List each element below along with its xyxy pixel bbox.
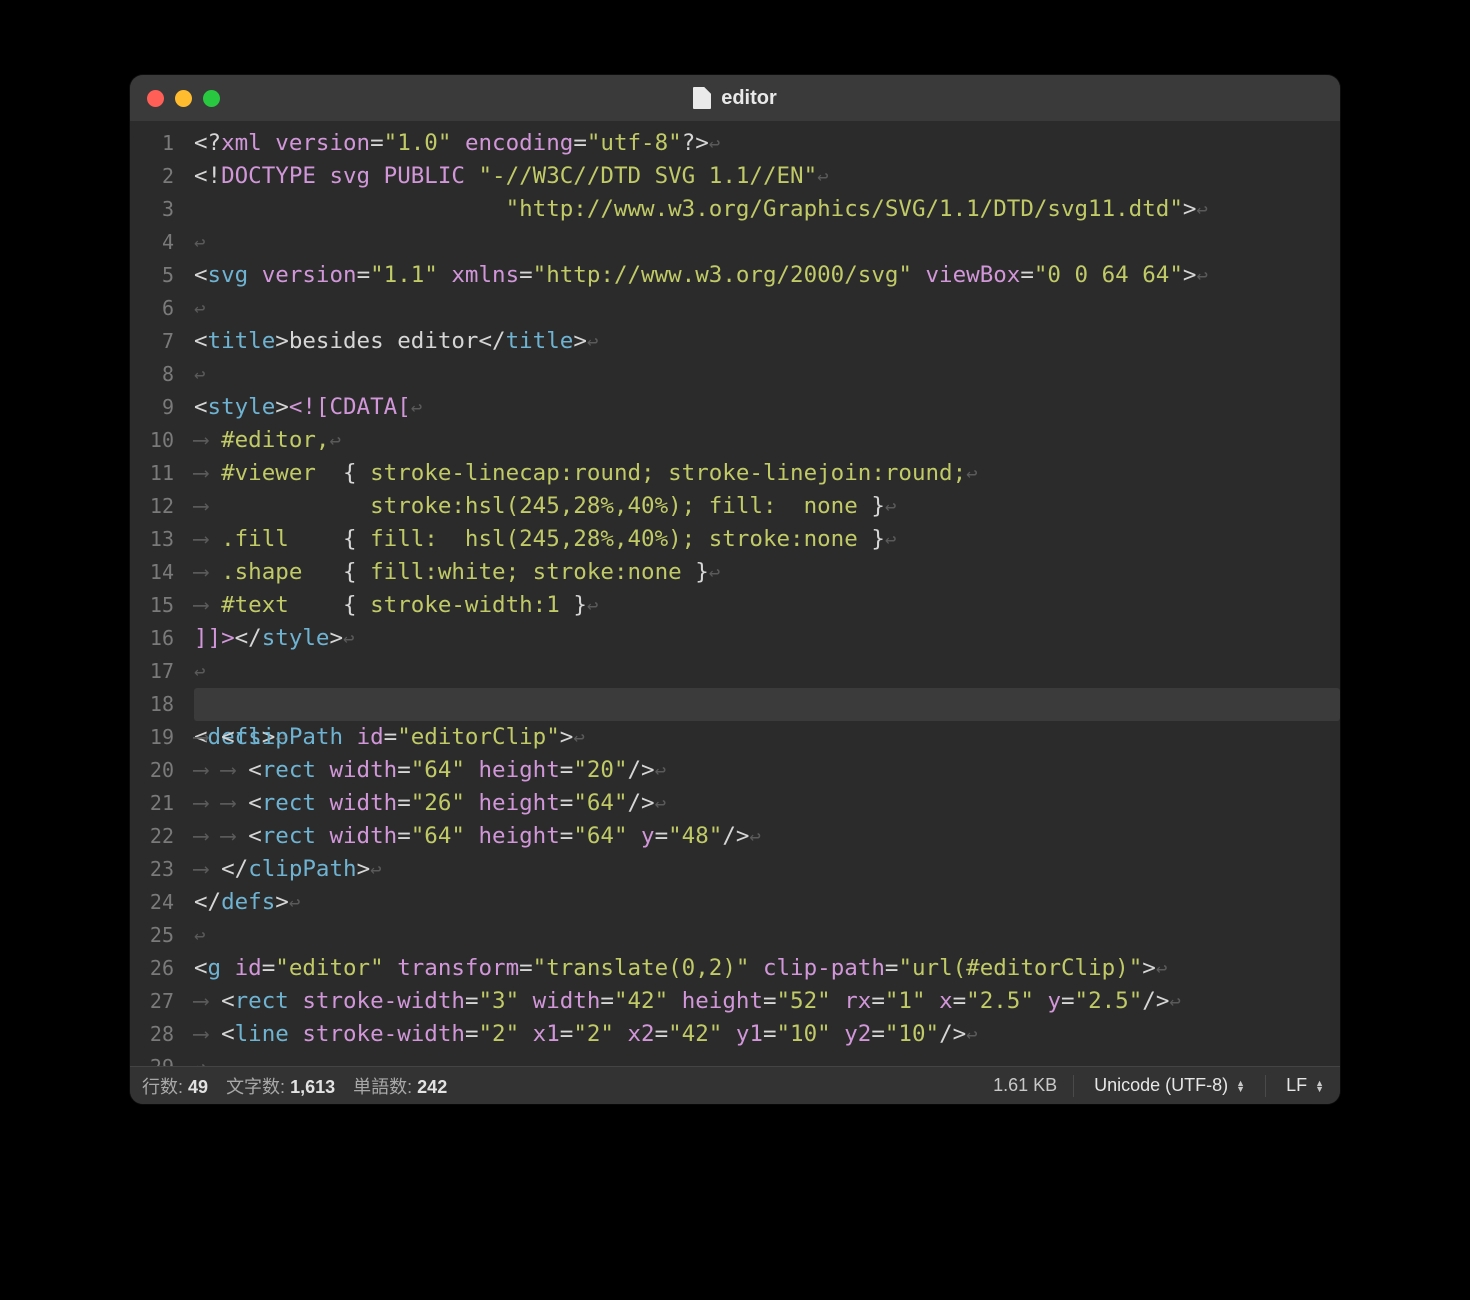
line-number: 17 <box>130 655 184 688</box>
code-line[interactable]: ⟶ .fill { fill: hsl(245,28%,40%); stroke… <box>194 523 1340 556</box>
editor-area[interactable]: 1234567891011121314151617181920212223242… <box>130 121 1340 1066</box>
code-line[interactable]: <defs>↩ <box>194 688 1340 721</box>
code-line[interactable]: ↩ <box>194 655 1340 688</box>
code-line[interactable]: ⟶ #text { stroke-width:1 }↩ <box>194 589 1340 622</box>
line-number: 15 <box>130 589 184 622</box>
code-line[interactable]: ↩ <box>194 1051 1340 1066</box>
code-line[interactable]: "http://www.w3.org/Graphics/SVG/1.1/DTD/… <box>194 193 1340 226</box>
code-line[interactable]: ⟶ <clipPath id="editorClip">↩ <box>194 721 1340 754</box>
status-words: 単語数: 242 <box>353 1073 447 1099</box>
chevron-up-down-icon: ▲▼ <box>1315 1080 1324 1092</box>
code-line[interactable]: <g id="editor" transform="translate(0,2)… <box>194 952 1340 985</box>
code-line[interactable]: </defs>↩ <box>194 886 1340 919</box>
line-number: 21 <box>130 787 184 820</box>
code-line[interactable]: <!DOCTYPE svg PUBLIC "-//W3C//DTD SVG 1.… <box>194 160 1340 193</box>
status-chars-label: 文字数: <box>226 1077 285 1097</box>
maximize-button[interactable] <box>203 90 220 107</box>
code-line[interactable]: ↩ <box>194 358 1340 391</box>
status-words-label: 単語数: <box>353 1077 412 1097</box>
code-line[interactable]: ⟶ </clipPath>↩ <box>194 853 1340 886</box>
code-line[interactable]: ]]></style>↩ <box>194 622 1340 655</box>
code-line[interactable]: ⟶ ⟶ <rect width="64" height="20"/>↩ <box>194 754 1340 787</box>
code-line[interactable]: ⟶ <line stroke-width="2" x1="2" x2="42" … <box>194 1018 1340 1051</box>
code-line[interactable]: <?xml version="1.0" encoding="utf-8"?>↩ <box>194 127 1340 160</box>
code-line[interactable]: ⟶ ⟶ <rect width="64" height="64" y="48"/… <box>194 820 1340 853</box>
encoding-value: Unicode (UTF-8) <box>1094 1075 1228 1096</box>
line-number: 8 <box>130 358 184 391</box>
line-number: 4 <box>130 226 184 259</box>
line-number: 9 <box>130 391 184 424</box>
line-number: 3 <box>130 193 184 226</box>
line-number: 16 <box>130 622 184 655</box>
close-button[interactable] <box>147 90 164 107</box>
line-number: 26 <box>130 952 184 985</box>
current-line-highlight <box>194 688 1340 721</box>
code-line[interactable]: ↩ <box>194 226 1340 259</box>
code-line[interactable]: ⟶ <rect stroke-width="3" width="42" heig… <box>194 985 1340 1018</box>
line-number: 18 <box>130 688 184 721</box>
code-line[interactable]: <title>besides editor</title>↩ <box>194 325 1340 358</box>
line-number: 2 <box>130 160 184 193</box>
window-title: editor <box>721 87 777 110</box>
minimize-button[interactable] <box>175 90 192 107</box>
line-number: 14 <box>130 556 184 589</box>
status-lines: 行数: 49 <box>142 1073 208 1099</box>
line-number: 11 <box>130 457 184 490</box>
statusbar-separator <box>1073 1075 1074 1097</box>
document-icon <box>693 87 711 109</box>
line-number: 29 <box>130 1051 184 1066</box>
status-lines-value: 49 <box>188 1077 208 1097</box>
statusbar-separator <box>1265 1075 1266 1097</box>
code-line[interactable]: ⟶ #viewer { stroke-linecap:round; stroke… <box>194 457 1340 490</box>
line-number: 5 <box>130 259 184 292</box>
line-endings-value: LF <box>1286 1075 1307 1096</box>
code-line[interactable]: <svg version="1.1" xmlns="http://www.w3.… <box>194 259 1340 292</box>
chevron-up-down-icon: ▲▼ <box>1236 1080 1245 1092</box>
code-line[interactable]: ↩ <box>194 919 1340 952</box>
traffic-lights <box>147 90 220 107</box>
statusbar: 行数: 49 文字数: 1,613 単語数: 242 1.61 KB Unico… <box>130 1066 1340 1104</box>
status-chars-value: 1,613 <box>290 1077 335 1097</box>
encoding-dropdown[interactable]: Unicode (UTF-8) ▲▼ <box>1090 1075 1249 1096</box>
line-number: 28 <box>130 1018 184 1051</box>
line-number: 25 <box>130 919 184 952</box>
code-line[interactable]: ↩ <box>194 292 1340 325</box>
code-line[interactable]: ⟶ #editor,↩ <box>194 424 1340 457</box>
status-chars: 文字数: 1,613 <box>226 1073 335 1099</box>
status-lines-label: 行数: <box>142 1077 183 1097</box>
code-line[interactable]: ⟶ ⟶ <rect width="26" height="64"/>↩ <box>194 787 1340 820</box>
titlebar[interactable]: editor <box>130 75 1340 121</box>
code-line[interactable]: ⟶ .shape { fill:white; stroke:none }↩ <box>194 556 1340 589</box>
line-number: 27 <box>130 985 184 1018</box>
line-number: 7 <box>130 325 184 358</box>
line-number: 24 <box>130 886 184 919</box>
status-words-value: 242 <box>417 1077 447 1097</box>
line-number: 22 <box>130 820 184 853</box>
line-number: 20 <box>130 754 184 787</box>
line-number: 1 <box>130 127 184 160</box>
status-filesize: 1.61 KB <box>993 1075 1057 1096</box>
code-content[interactable]: <?xml version="1.0" encoding="utf-8"?>↩<… <box>184 121 1340 1066</box>
titlebar-title-group: editor <box>130 87 1340 110</box>
line-number-gutter: 1234567891011121314151617181920212223242… <box>130 121 184 1066</box>
line-number: 13 <box>130 523 184 556</box>
line-number: 23 <box>130 853 184 886</box>
code-line[interactable]: <style><![CDATA[↩ <box>194 391 1340 424</box>
line-number: 6 <box>130 292 184 325</box>
editor-window: editor 123456789101112131415161718192021… <box>130 75 1340 1104</box>
line-number: 10 <box>130 424 184 457</box>
line-number: 12 <box>130 490 184 523</box>
line-number: 19 <box>130 721 184 754</box>
code-line[interactable]: ⟶ stroke:hsl(245,28%,40%); fill: none }↩ <box>194 490 1340 523</box>
line-endings-dropdown[interactable]: LF ▲▼ <box>1282 1075 1328 1096</box>
